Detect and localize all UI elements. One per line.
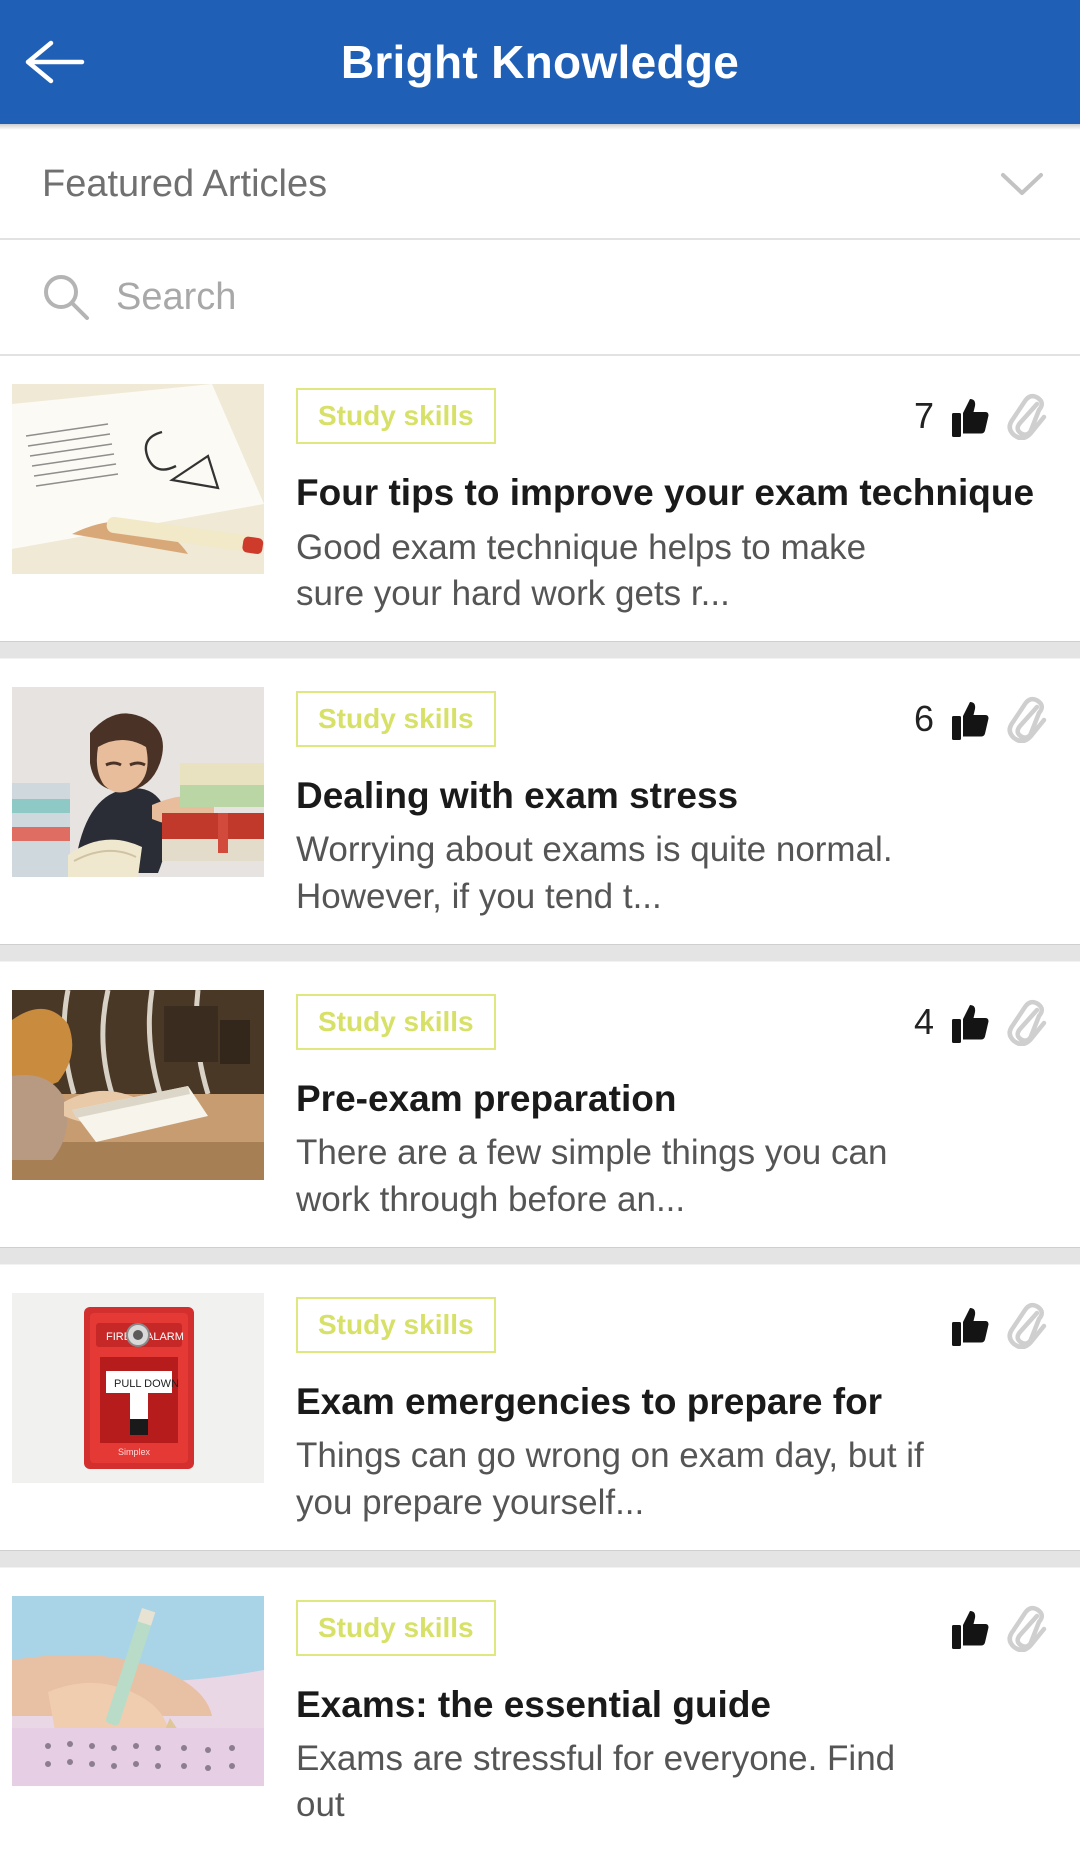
red-fire-alarm-pull-station-photo: FIRE ALARM PULL DOWN Simplex — [12, 1292, 264, 1483]
article-meta-row: Study skills 4 — [296, 986, 1050, 1058]
article-description: Worrying about exams is quite normal. Ho… — [296, 830, 893, 916]
article-body: Study skills 6 Dealing with exam stress … — [264, 683, 1050, 920]
paperclip-icon[interactable] — [1006, 695, 1050, 743]
article-actions — [912, 1604, 1050, 1652]
article-description: Good exam technique helps to make sure y… — [296, 527, 867, 613]
article-body: Study skills Exam — [264, 1289, 1050, 1526]
article-body: Study skills 4 Pre-exam preparation Ther… — [264, 986, 1050, 1223]
thumbs-up-icon[interactable] — [948, 394, 992, 438]
paperclip-icon[interactable] — [1006, 998, 1050, 1046]
article-title[interactable]: Exams: the essential guide — [296, 1684, 1050, 1727]
list-divider — [0, 1549, 1080, 1568]
category-badge[interactable]: Study skills — [296, 690, 496, 747]
article-meta-row: Study skills — [296, 1289, 1050, 1361]
section-title: Featured Articles — [42, 162, 328, 205]
category-badge[interactable]: Study skills — [296, 1599, 496, 1656]
paperclip-icon[interactable] — [1006, 392, 1050, 440]
article-thumbnail: FIRE ALARM PULL DOWN Simplex — [12, 1292, 264, 1483]
paperclip-icon[interactable] — [1006, 1301, 1050, 1349]
category-badge[interactable]: Study skills — [296, 993, 496, 1050]
svg-text:PULL DOWN: PULL DOWN — [114, 1378, 179, 1390]
article-title[interactable]: Exam emergencies to prepare for — [296, 1381, 1050, 1424]
featured-articles-header[interactable]: Featured Articles — [0, 130, 1080, 238]
list-divider — [0, 640, 1080, 659]
back-button[interactable] — [0, 0, 110, 124]
article-actions: 6 — [912, 695, 1050, 743]
article-description: Things can go wrong on exam day, but if … — [296, 1436, 924, 1522]
article-thumbnail — [12, 1595, 264, 1786]
category-badge[interactable]: Study skills — [296, 1296, 496, 1353]
page-title: Bright Knowledge — [340, 36, 740, 88]
svg-text:Simplex: Simplex — [118, 1447, 151, 1457]
thumbs-up-icon[interactable] — [948, 1303, 992, 1347]
article-description: There are a few simple things you can wo… — [296, 1133, 888, 1219]
article-meta-row: Study skills — [296, 1592, 1050, 1664]
article-list: Study skills 7 Four tips to improve your… — [0, 356, 1080, 1853]
article-body: Study skills Exam — [264, 1592, 1050, 1829]
like-count: 7 — [913, 395, 934, 436]
article-card[interactable]: FIRE ALARM PULL DOWN Simplex Study skill… — [0, 1264, 1080, 1550]
article-body: Study skills 7 Four tips to improve your… — [264, 380, 1050, 617]
article-card[interactable]: Study skills 7 Four tips to improve your… — [0, 356, 1080, 641]
article-actions: 7 — [912, 392, 1050, 440]
article-meta-row: Study skills 6 — [296, 683, 1050, 755]
app-bar: Bright Knowledge — [0, 0, 1080, 124]
thumbs-up-icon[interactable] — [948, 1606, 992, 1650]
like-count: 6 — [913, 697, 934, 739]
article-thumbnail — [12, 989, 264, 1180]
article-meta-row: Study skills 7 — [296, 380, 1050, 452]
category-badge[interactable]: Study skills — [296, 388, 496, 444]
hand-filling-answer-sheet-photo — [12, 1595, 264, 1786]
search-input[interactable] — [102, 275, 1040, 319]
search-bar[interactable] — [0, 238, 1080, 356]
like-count: 4 — [913, 1000, 934, 1042]
article-description: Exams are stressful for everyone. Find o… — [296, 1739, 896, 1825]
student-resting-on-books-photo — [12, 686, 264, 877]
article-title[interactable]: Pre-exam preparation — [296, 1078, 1050, 1121]
article-title[interactable]: Dealing with exam stress — [296, 775, 1050, 818]
search-icon — [40, 271, 102, 323]
chevron-down-icon[interactable] — [994, 156, 1050, 212]
svg-text:ALARM: ALARM — [146, 1331, 184, 1343]
student-reading-book-in-hall-photo — [12, 989, 264, 1180]
hand-writing-on-paper-photo — [12, 384, 264, 574]
arrow-left-icon — [25, 39, 85, 85]
paperclip-icon[interactable] — [1006, 1604, 1050, 1652]
article-actions: 4 — [912, 998, 1050, 1046]
article-thumbnail — [12, 686, 264, 877]
thumbs-up-icon[interactable] — [948, 1000, 992, 1044]
article-title[interactable]: Four tips to improve your exam technique — [296, 472, 1050, 515]
list-divider — [0, 1246, 1080, 1265]
article-card[interactable]: Study skills Exams: the essential guide … — [0, 1567, 1080, 1853]
thumbs-up-icon[interactable] — [948, 697, 992, 741]
article-card[interactable]: Study skills 4 Pre-exam preparation Ther… — [0, 961, 1080, 1247]
article-thumbnail — [12, 384, 264, 574]
list-divider — [0, 943, 1080, 962]
article-card[interactable]: Study skills 6 Dealing with exam stress … — [0, 658, 1080, 944]
article-actions — [912, 1301, 1050, 1349]
